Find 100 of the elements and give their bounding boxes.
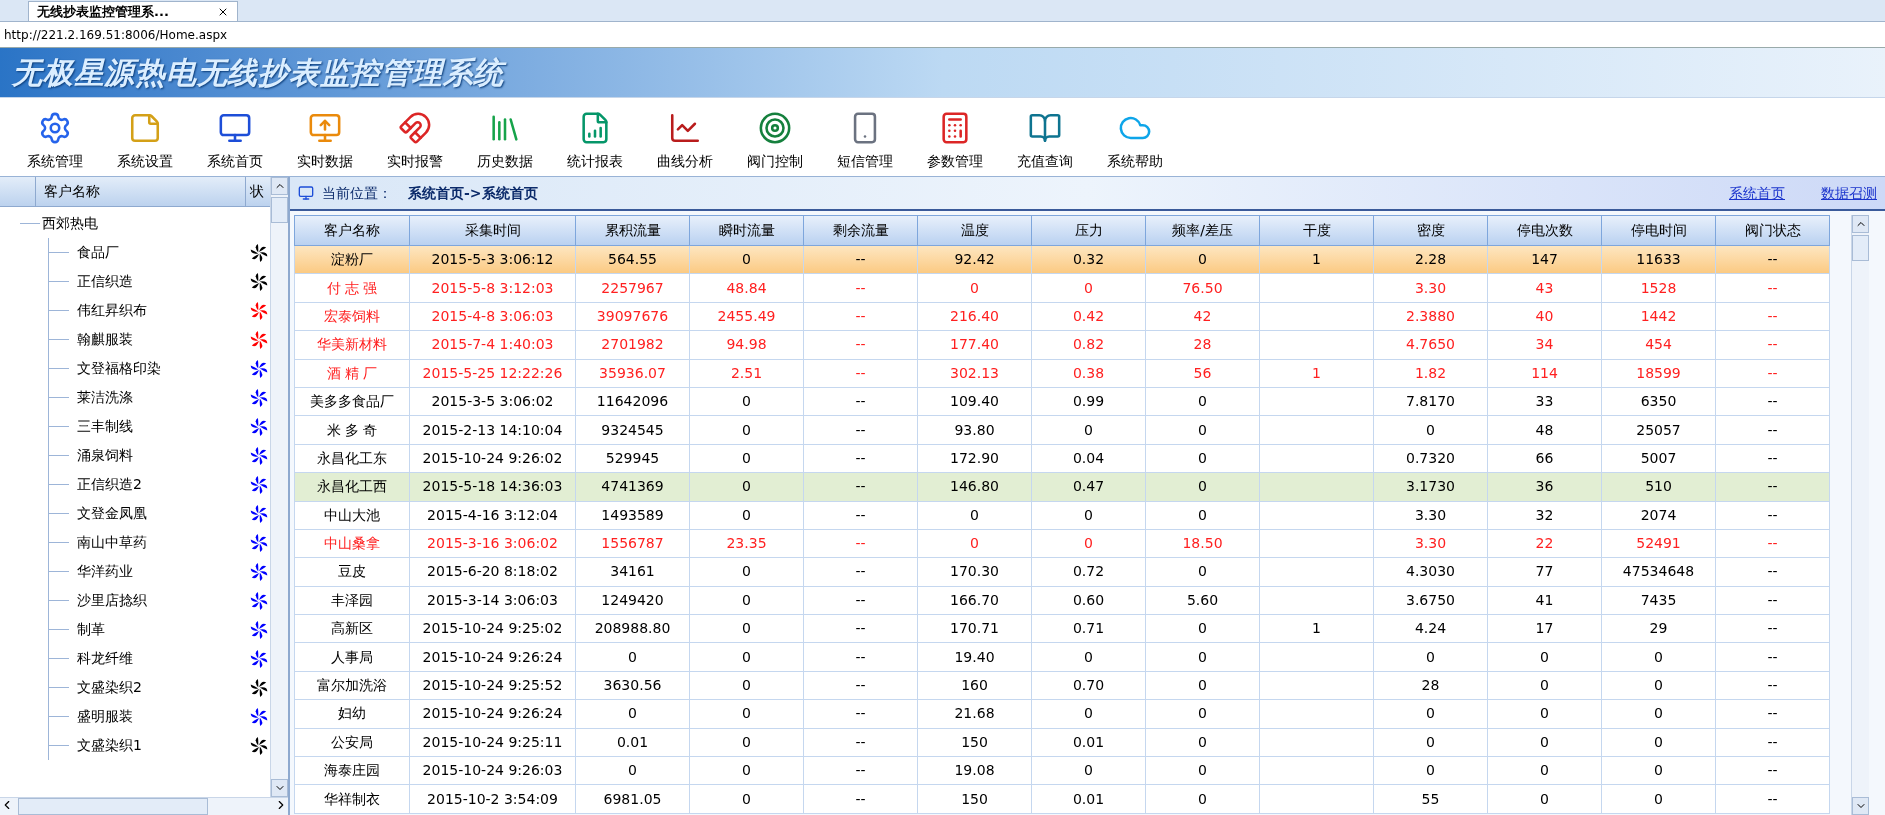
column-header[interactable]: 瞬时流量	[689, 215, 804, 246]
tree-item[interactable]: 文盛染织1	[69, 735, 250, 756]
table-row[interactable]: 妇幼 2015-10-24 9:26:24 0 0 -- 21.68 0 0 0 0 0 --	[294, 699, 1830, 729]
table-row[interactable]: 淀粉厂 2015-5-3 3:06:12 564.55 0 -- 92.42 0.32 0 1 2.28 147 11633 --	[294, 245, 1830, 274]
table-cell: 2015-4-16 3:12:04	[409, 501, 576, 530]
column-header[interactable]: 停电次数	[1487, 215, 1602, 246]
toolbar-button[interactable]: 充值查询	[1010, 111, 1080, 172]
address-field[interactable]: http://221.2.169.51:8006/Home.aspx	[4, 25, 228, 44]
toolbar-button[interactable]: 统计报表	[560, 111, 630, 172]
table-cell: 564.55	[575, 245, 690, 274]
toolbar-button[interactable]: 阀门控制	[740, 111, 810, 172]
table-row[interactable]: 华美新材料 2015-7-4 1:40:03 2701982 94.98 -- 177.40 0.82 28 4.7650 34 454 --	[294, 330, 1830, 360]
table-cell: 0.70	[1031, 671, 1146, 700]
table-row[interactable]: 中山桑拿 2015-3-16 3:06:02 1556787 23.35 -- 0 0 18.50 3.30 22 52491 --	[294, 529, 1830, 558]
table-row[interactable]: 丰泽园 2015-3-14 3:06:03 1249420 0 -- 166.70 0.60 5.60 3.6750 41 7435 --	[294, 586, 1830, 615]
column-header[interactable]: 温度	[917, 215, 1032, 246]
column-header[interactable]: 密度	[1373, 215, 1488, 246]
scroll-thumb[interactable]	[271, 197, 288, 223]
scroll-thumb[interactable]	[1852, 235, 1869, 261]
browser-tab[interactable]: 无线抄表监控管理系...	[28, 1, 238, 21]
table-cell: 4.3030	[1373, 557, 1488, 587]
toolbar-button[interactable]: 曲线分析	[650, 111, 720, 172]
column-header[interactable]: 采集时间	[409, 215, 576, 246]
table-cell: 0	[689, 756, 804, 785]
table-cell: 216.40	[917, 302, 1032, 331]
table-row[interactable]: 海泰庄园 2015-10-24 9:26:03 0 0 -- 19.08 0 0 0 0 0 --	[294, 756, 1830, 785]
toolbar-button[interactable]: 实时数据	[290, 111, 360, 172]
column-header[interactable]: 客户名称	[294, 215, 410, 246]
column-header[interactable]: 客户名称	[36, 177, 246, 206]
table-cell: 0.01	[1031, 728, 1146, 757]
table-cell: 2015-5-8 3:12:03	[409, 273, 576, 303]
tree-item[interactable]: 文盛染织2	[69, 677, 250, 698]
table-row[interactable]: 人事局 2015-10-24 9:26:24 0 0 -- 19.40 0 0 0 0 0 --	[294, 642, 1830, 672]
table-row[interactable]: 酒 精 厂 2015-5-25 12:22:26 35936.07 2.51 -- 302.13 0.38 56 1 1.82 114 18599 --	[294, 359, 1830, 388]
table-cell: 109.40	[917, 387, 1032, 416]
table-row[interactable]: 米 多 奇 2015-2-13 14:10:04 9324545 0 -- 93.80 0 0 0 48 25057 --	[294, 415, 1830, 445]
horizontal-scrollbar[interactable]	[0, 797, 288, 815]
table-cell: 66	[1487, 444, 1602, 473]
tree-node[interactable]: 西郊热电	[40, 213, 98, 234]
column-header[interactable]: 剩余流量	[803, 215, 918, 246]
link[interactable]: 数据召测	[1821, 182, 1877, 204]
tree-item[interactable]: 食品厂	[69, 242, 250, 263]
table-cell: 2015-3-5 3:06:02	[409, 387, 576, 416]
table-cell: --	[803, 642, 918, 672]
column-header[interactable]: 累积流量	[575, 215, 690, 246]
table-cell: 5007	[1601, 444, 1716, 473]
table-row[interactable]: 中山大池 2015-4-16 3:12:04 1493589 0 -- 0 0 0 3.30 32 2074 --	[294, 501, 1830, 530]
tree-item[interactable]: 涌泉饲料	[69, 445, 250, 466]
link[interactable]: 系统首页	[1729, 182, 1785, 204]
table-row[interactable]: 豆皮 2015-6-20 8:18:02 34161 0 -- 170.30 0.72 0 4.3030 77 47534648 --	[294, 557, 1830, 587]
toolbar-button[interactable]: 系统帮助	[1100, 111, 1170, 172]
column-header[interactable]: 干度	[1259, 215, 1374, 246]
tab-title: 无线抄表监控管理系...	[37, 2, 169, 21]
table-cell: 0.42	[1031, 302, 1146, 331]
tree-item[interactable]: 文登福格印染	[69, 358, 250, 379]
column-header[interactable]: 状	[246, 177, 270, 206]
tree-item[interactable]: 沙里店捻织	[69, 590, 250, 611]
table-row[interactable]: 富尔加洗浴 2015-10-24 9:25:52 3630.56 0 -- 160 0.70 0 28 0 0 --	[294, 671, 1830, 700]
tree-item[interactable]: 正信织造2	[69, 474, 250, 495]
column-header[interactable]: 停电时间	[1601, 215, 1716, 246]
tree-item[interactable]: 三丰制线	[69, 416, 250, 437]
table-row[interactable]: 付 志 强 2015-5-8 3:12:03 2257967 48.84 -- 0 0 76.50 3.30 43 1528 --	[294, 273, 1830, 303]
toolbar-button[interactable]: 短信管理	[830, 111, 900, 172]
tree-item[interactable]: 莱洁洗涤	[69, 387, 250, 408]
tree-item[interactable]: 华洋药业	[69, 561, 250, 582]
table-cell: 146.80	[917, 472, 1032, 501]
table-row[interactable]: 华祥制衣 2015-10-2 3:54:09 6981.05 0 -- 150 0.01 0 55 0 0 --	[294, 784, 1830, 814]
toolbar-button[interactable]: 参数管理	[920, 111, 990, 172]
tree-item[interactable]: 正信织造	[69, 271, 250, 292]
table-cell: 0	[1145, 472, 1260, 501]
tree-item[interactable]: 科龙纤维	[69, 648, 250, 669]
table-cell: 0	[689, 671, 804, 700]
toolbar-button[interactable]: 历史数据	[470, 111, 540, 172]
column-header[interactable]: 压力	[1031, 215, 1146, 246]
toolbar-button[interactable]: 实时报警	[380, 111, 450, 172]
table-row[interactable]: 永昌化工东 2015-10-24 9:26:02 529945 0 -- 172.90 0.04 0 0.7320 66 5007 --	[294, 444, 1830, 473]
tree-item[interactable]: 制革	[69, 619, 250, 640]
table-cell: 0	[1145, 699, 1260, 729]
table-cell: 177.40	[917, 330, 1032, 360]
table-cell: 0	[1031, 501, 1146, 530]
table-row[interactable]: 宏泰饲料 2015-4-8 3:06:03 39097676 2455.49 -- 216.40 0.42 42 2.3880 40 1442 --	[294, 302, 1830, 331]
tree-item[interactable]: 翰麒服装	[69, 329, 250, 350]
column-header[interactable]: 阀门状态	[1715, 215, 1830, 246]
table-row[interactable]: 高新区 2015-10-24 9:25:02 208988.80 0 -- 170.71 0.71 0 1 4.24 17 29 --	[294, 614, 1830, 643]
toolbar-button[interactable]: 系统管理	[20, 111, 90, 172]
toolbar-button[interactable]: 系统设置	[110, 111, 180, 172]
toolbar-button[interactable]: 系统首页	[200, 111, 270, 172]
tree-item[interactable]: 伟红昇织布	[69, 300, 250, 321]
scroll-thumb[interactable]	[18, 798, 208, 815]
tree-item[interactable]: 文登金凤凰	[69, 503, 250, 524]
table-row[interactable]: 永昌化工西 2015-5-18 14:36:03 4741369 0 -- 146.80 0.47 0 3.1730 36 510 --	[294, 472, 1830, 501]
table-cell: 7435	[1601, 586, 1716, 615]
tree-item[interactable]: 盛明服装	[69, 706, 250, 727]
line-chart-icon	[668, 111, 702, 145]
table-cell: 28	[1373, 671, 1488, 700]
table-row[interactable]: 美多多食品厂 2015-3-5 3:06:02 11642096 0 -- 109.40 0.99 0 7.8170 33 6350 --	[294, 387, 1830, 416]
column-header[interactable]: 频率/差压	[1145, 215, 1260, 246]
tree-item[interactable]: 南山中草药	[69, 532, 250, 553]
table-row[interactable]: 公安局 2015-10-24 9:25:11 0.01 0 -- 150 0.01 0 0 0 0 --	[294, 728, 1830, 757]
table-cell: --	[1715, 444, 1830, 473]
